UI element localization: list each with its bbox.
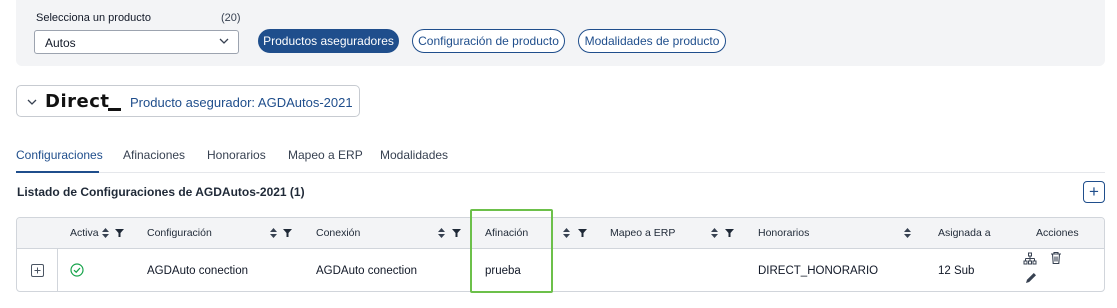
direct-logo: Direct (45, 91, 110, 112)
column-header-activa[interactable]: Activa (70, 227, 99, 239)
row-divider (57, 249, 58, 291)
filter-icon[interactable] (452, 228, 461, 238)
expand-row-button[interactable] (31, 264, 44, 277)
cell-honorarios: DIRECT_HONORARIO (758, 265, 879, 277)
filter-icon[interactable] (725, 228, 734, 238)
hierarchy-icon[interactable] (1023, 252, 1037, 266)
column-header-acciones: Acciones (1036, 227, 1079, 239)
tab-configuraciones[interactable]: Configuraciones (16, 148, 103, 162)
sort-icon[interactable] (437, 228, 446, 238)
sort-icon[interactable] (903, 228, 912, 238)
sort-icon[interactable] (710, 228, 719, 238)
filter-icon[interactable] (578, 228, 587, 238)
column-header-configuracion[interactable]: Configuración (147, 227, 212, 239)
productos-aseguradores-button[interactable]: Productos aseguradores (258, 29, 399, 53)
plus-icon (34, 267, 41, 274)
table-header: Activa Configuración Conexión Afinación … (17, 218, 1104, 249)
chevron-down-icon[interactable] (26, 96, 38, 108)
column-header-asignada-a: Asignada a (938, 227, 991, 239)
afinacion-highlight (470, 209, 553, 293)
product-title: Producto asegurador: AGDAutos-2021 (130, 95, 353, 110)
product-select-label: Selecciona un producto (36, 12, 151, 24)
tab-honorarios[interactable]: Honorarios (207, 148, 266, 162)
sort-icon[interactable] (562, 228, 571, 238)
list-title: Listado de Configuraciones de AGDAutos-2… (17, 185, 305, 199)
product-count: (20) (221, 12, 241, 24)
add-configuration-button[interactable]: + (1083, 181, 1105, 203)
tab-afinaciones[interactable]: Afinaciones (123, 148, 185, 162)
sort-icon[interactable] (101, 228, 110, 238)
modalidades-producto-button[interactable]: Modalidades de producto (578, 29, 726, 53)
configurations-table: Activa Configuración Conexión Afinación … (16, 217, 1105, 292)
logo-underscore (108, 108, 121, 111)
active-tab-indicator (16, 171, 99, 173)
product-card[interactable]: Direct Producto asegurador: AGDAutos-202… (16, 85, 360, 117)
trash-icon[interactable] (1049, 251, 1063, 265)
cell-configuracion: AGDAuto conection (147, 265, 249, 277)
tab-mapeo-erp[interactable]: Mapeo a ERP (288, 148, 363, 162)
column-header-mapeo-erp[interactable]: Mapeo a ERP (610, 227, 675, 239)
filter-icon[interactable] (115, 228, 124, 238)
sort-icon[interactable] (269, 228, 278, 238)
product-select[interactable]: Autos (34, 30, 239, 54)
filter-icon[interactable] (283, 228, 292, 238)
tab-divider (16, 172, 1105, 173)
product-select-value: Autos (45, 36, 76, 50)
chevron-down-icon (219, 38, 229, 44)
cell-conexion: AGDAuto conection (316, 265, 418, 277)
configuracion-producto-button[interactable]: Configuración de producto (412, 29, 565, 53)
product-filter-bar: Selecciona un producto (20) Autos Produc… (16, 0, 1105, 66)
pencil-icon[interactable] (1024, 271, 1038, 285)
column-header-honorarios[interactable]: Honorarios (758, 227, 809, 239)
cell-asignada-a: 12 Sub (938, 265, 975, 277)
tab-modalidades[interactable]: Modalidades (380, 148, 448, 162)
column-header-conexion[interactable]: Conexión (316, 227, 360, 239)
active-check-icon (70, 263, 84, 277)
